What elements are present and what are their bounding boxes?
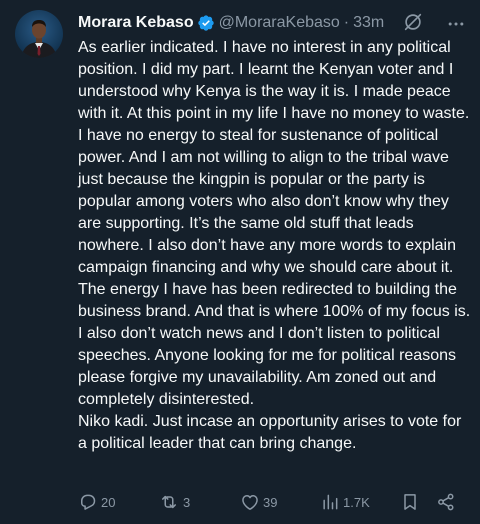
- repost-icon: [162, 495, 176, 509]
- repost-count: 3: [183, 494, 191, 510]
- action-bar: 20 3 39 1.7K: [78, 490, 466, 514]
- separator-dot: ·: [343, 14, 350, 31]
- like-icon: [242, 495, 258, 510]
- like-button[interactable]: 39: [240, 490, 277, 514]
- repost-button[interactable]: 3: [158, 490, 190, 514]
- views-icon: [323, 494, 338, 510]
- avatar[interactable]: [15, 10, 63, 58]
- more-icon[interactable]: [446, 14, 466, 34]
- bookmark-button[interactable]: [400, 490, 420, 514]
- like-count: 39: [263, 494, 278, 510]
- verified-badge-icon: [197, 14, 215, 32]
- tweet-paragraph: As earlier indicated. I have no interest…: [78, 39, 470, 276]
- tweet-text: As earlier indicated. I have no interest…: [78, 37, 474, 455]
- bookmark-icon: [404, 494, 416, 510]
- tweet[interactable]: Morara Kebaso @MoraraKebaso · 33m As ear…: [0, 0, 480, 524]
- grok-icon[interactable]: [402, 11, 424, 33]
- avatar-image: [15, 20, 57, 58]
- views-count: 1.7K: [343, 494, 370, 510]
- reply-button[interactable]: 20: [78, 490, 115, 514]
- tweet-paragraph: Niko kadi. Just incase an opportunity ar…: [78, 413, 462, 452]
- tweet-paragraph: The energy I have has been redirected to…: [78, 281, 471, 320]
- timestamp[interactable]: 33m: [353, 14, 384, 32]
- display-name[interactable]: Morara Kebaso: [78, 14, 194, 32]
- reply-icon: [81, 494, 96, 510]
- share-button[interactable]: [436, 490, 456, 514]
- tweet-paragraph: I also don’t watch news and I don’t list…: [78, 325, 456, 408]
- views-button[interactable]: 1.7K: [320, 490, 370, 514]
- handle[interactable]: @MoraraKebaso: [219, 14, 340, 32]
- share-icon: [438, 493, 454, 511]
- reply-count: 20: [101, 494, 116, 510]
